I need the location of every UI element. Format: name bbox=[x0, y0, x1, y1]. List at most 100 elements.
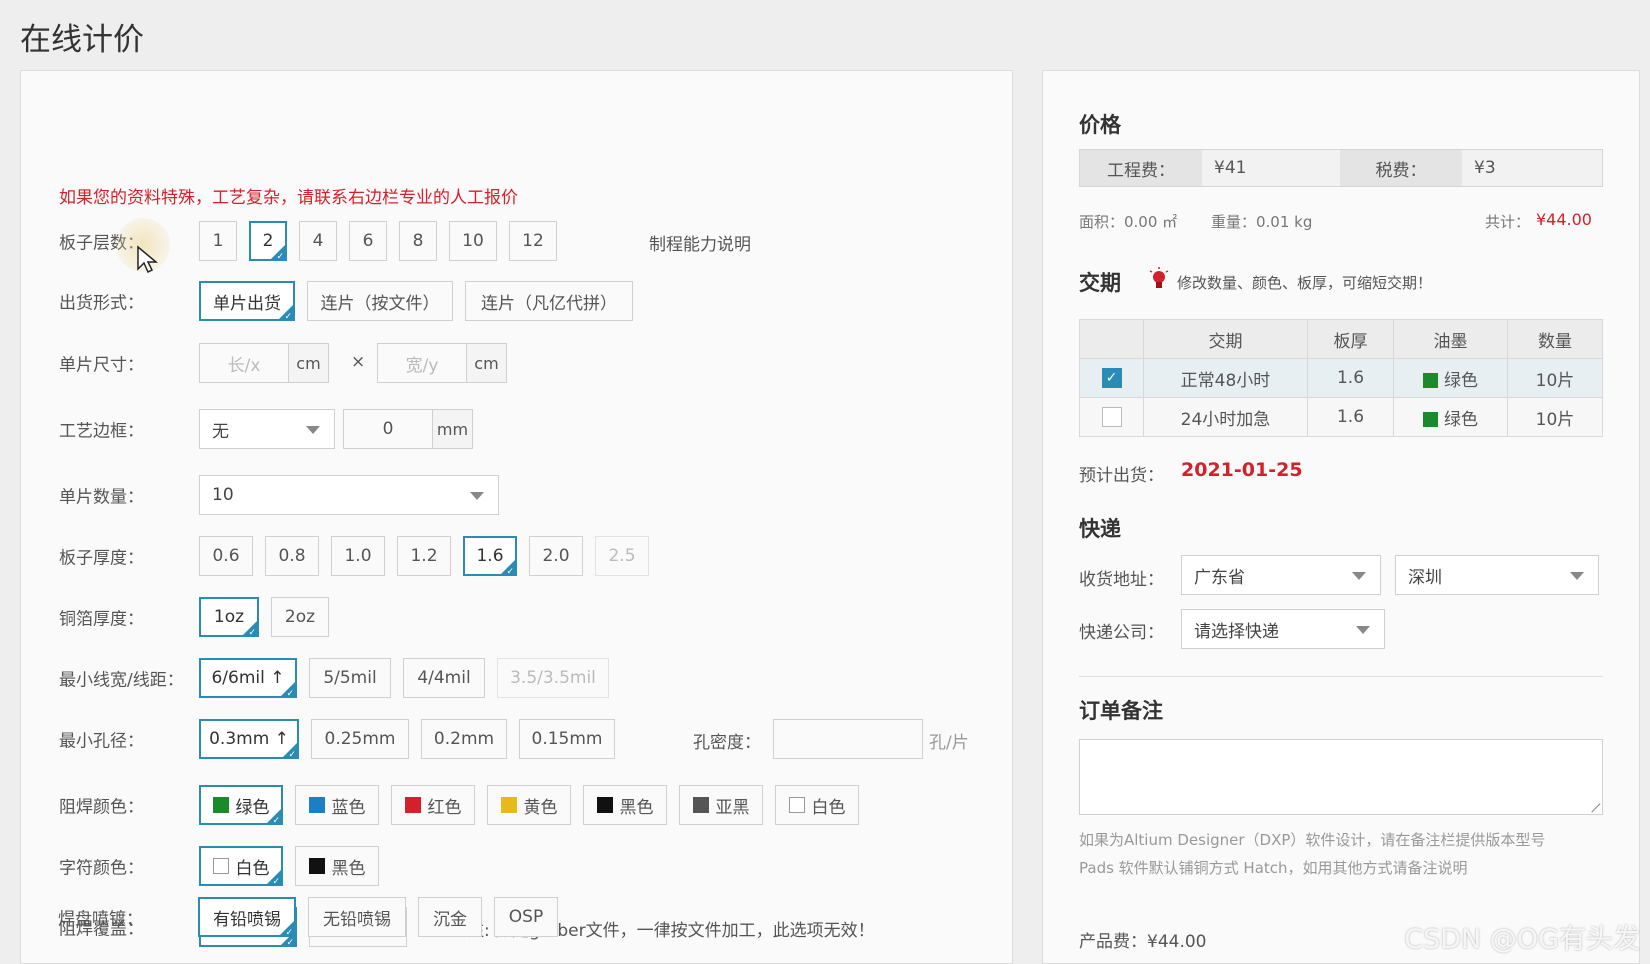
ship-date-label: 预计出货： bbox=[1079, 466, 1164, 486]
eng-fee-value: ¥41 bbox=[1202, 150, 1340, 186]
quantity-row: 单片数量： 10 bbox=[21, 475, 1012, 515]
custom-quote-notice: 如果您的资料特殊，工艺复杂，请联系右边栏专业的人工报价 bbox=[59, 188, 518, 208]
mask-color-green[interactable]: 绿色 bbox=[199, 785, 283, 826]
layer-option-1[interactable]: 1 bbox=[199, 221, 237, 261]
lightbulb-icon bbox=[1149, 267, 1169, 288]
lead-time-table: 交期 板厚 油墨 数量 ✓ 正常48小时 1.6 绿色 10片 24小时加急 1… bbox=[1079, 319, 1603, 437]
express-title: 快递 bbox=[1079, 517, 1121, 541]
resize-grip-icon[interactable] bbox=[1583, 795, 1601, 813]
ship-form-label: 出货形式： bbox=[59, 293, 144, 314]
mouse-cursor-icon bbox=[137, 245, 159, 274]
trace-option-6mil[interactable]: 6/6mil ↑ bbox=[199, 658, 297, 699]
finish-enig[interactable]: 沉金 bbox=[418, 897, 482, 937]
layer-option-8[interactable]: 8 bbox=[399, 221, 437, 261]
thickness-option-0.8[interactable]: 0.8 bbox=[265, 536, 319, 576]
finish-hasl-lead[interactable]: 有铅喷锡 bbox=[198, 897, 296, 938]
header-lead: 交期 bbox=[1143, 319, 1308, 359]
mask-color-row: 阻焊颜色： 绿色 蓝色 红色 黄色 黑色 亚黑 白色 bbox=[21, 785, 1012, 826]
row-check-cell bbox=[1079, 397, 1144, 437]
copper-option-2oz[interactable]: 2oz bbox=[271, 597, 329, 637]
mask-color-blue[interactable]: 蓝色 bbox=[295, 785, 379, 825]
trace-label: 最小线宽/线距： bbox=[59, 670, 184, 691]
ship-date-value: 2021-01-25 bbox=[1181, 459, 1303, 481]
lead-ink: 绿色 bbox=[1444, 370, 1478, 391]
mask-color-black[interactable]: 黑色 bbox=[583, 785, 667, 825]
pricing-form-panel: 如果您的资料特殊，工艺复杂，请联系右边栏专业的人工报价 板子层数： 1 2 4 … bbox=[20, 70, 1013, 964]
hole-option-0.15mm[interactable]: 0.15mm bbox=[519, 719, 615, 759]
price-title: 价格 bbox=[1079, 113, 1121, 137]
border-width-input[interactable]: 0 mm bbox=[343, 409, 473, 449]
mask-color-red[interactable]: 红色 bbox=[391, 785, 475, 825]
silk-color-black[interactable]: 黑色 bbox=[295, 846, 379, 886]
city-select[interactable]: 深圳 bbox=[1395, 555, 1599, 595]
hole-option-0.25mm[interactable]: 0.25mm bbox=[311, 719, 409, 759]
lead-time-row[interactable]: 24小时加急 1.6 绿色 10片 bbox=[1079, 397, 1603, 437]
hole-label: 最小孔径： bbox=[59, 731, 144, 752]
express-company-select[interactable]: 请选择快递 bbox=[1181, 609, 1385, 649]
lead-name: 正常48小时 bbox=[1143, 358, 1308, 398]
layer-option-10[interactable]: 10 bbox=[449, 221, 497, 261]
ship-form-single[interactable]: 单片出货 bbox=[199, 281, 295, 322]
thickness-option-1.0[interactable]: 1.0 bbox=[331, 536, 385, 576]
border-select[interactable]: 无 bbox=[199, 409, 335, 449]
province-select[interactable]: 广东省 bbox=[1181, 555, 1381, 595]
border-label: 工艺边框： bbox=[59, 421, 144, 442]
layer-option-12[interactable]: 12 bbox=[509, 221, 557, 261]
thickness-option-1.2[interactable]: 1.2 bbox=[397, 536, 451, 576]
layer-option-4[interactable]: 4 bbox=[299, 221, 337, 261]
finish-osp[interactable]: OSP bbox=[494, 897, 558, 937]
chevron-down-icon bbox=[1352, 572, 1366, 580]
layer-option-2[interactable]: 2 bbox=[249, 221, 287, 262]
thickness-option-2.0[interactable]: 2.0 bbox=[529, 536, 583, 576]
lead-name: 24小时加急 bbox=[1143, 397, 1308, 437]
silk-color-label: 字符颜色： bbox=[59, 858, 144, 879]
lead-ink: 绿色 bbox=[1444, 409, 1478, 430]
mask-color-matte-black[interactable]: 亚黑 bbox=[679, 785, 763, 825]
row-check-cell: ✓ bbox=[1079, 358, 1144, 398]
silk-color-row: 字符颜色： 白色 黑色 bbox=[21, 846, 1012, 887]
remark-textarea[interactable] bbox=[1079, 739, 1603, 815]
trace-option-5mil[interactable]: 5/5mil bbox=[309, 658, 391, 698]
trace-option-4mil[interactable]: 4/4mil bbox=[403, 658, 485, 698]
swatch-matte-black bbox=[692, 797, 709, 813]
length-input[interactable]: 长/x cm bbox=[199, 343, 329, 383]
summary-panel: 价格 工程费： ¥41 税费： ¥3 面积：0.00 ㎡ 重量：0.01 kg … bbox=[1042, 70, 1640, 964]
swatch-green bbox=[212, 797, 229, 813]
checkbox-unchecked[interactable] bbox=[1101, 407, 1122, 427]
chevron-down-icon bbox=[306, 426, 320, 434]
mask-color-yellow[interactable]: 黄色 bbox=[487, 785, 571, 825]
watermark: CSDN @OG有头发 bbox=[1404, 924, 1640, 955]
page-title: 在线计价 bbox=[20, 22, 144, 58]
quantity-select[interactable]: 10 bbox=[199, 475, 499, 515]
mask-color-blue-label: 蓝色 bbox=[331, 797, 366, 818]
mask-color-white[interactable]: 白色 bbox=[775, 785, 859, 825]
trace-row: 最小线宽/线距： 6/6mil ↑ 5/5mil 4/4mil 3.5/3.5m… bbox=[21, 658, 1012, 699]
checkbox-checked[interactable]: ✓ bbox=[1101, 368, 1122, 388]
hole-density-input[interactable] bbox=[773, 719, 923, 759]
hole-option-0.2mm[interactable]: 0.2mm bbox=[421, 719, 507, 759]
silk-color-white[interactable]: 白色 bbox=[199, 846, 283, 887]
mask-color-matte-black-label: 亚黑 bbox=[715, 797, 750, 818]
layer-option-6[interactable]: 6 bbox=[349, 221, 387, 261]
trace-option-3.5mil: 3.5/3.5mil bbox=[497, 658, 609, 698]
express-company-value: 请选择快递 bbox=[1194, 621, 1279, 642]
chevron-down-icon bbox=[1570, 572, 1584, 580]
width-input[interactable]: 宽/y cm bbox=[377, 343, 507, 383]
lead-time-row[interactable]: ✓ 正常48小时 1.6 绿色 10片 bbox=[1079, 358, 1603, 398]
ship-form-panel-fy[interactable]: 连片（凡亿代拼） bbox=[465, 281, 633, 321]
tax-value: ¥3 bbox=[1462, 150, 1602, 186]
finish-hasl-leadfree[interactable]: 无铅喷锡 bbox=[308, 897, 406, 937]
remark-title: 订单备注 bbox=[1079, 699, 1163, 723]
width-placeholder: 宽/y bbox=[405, 355, 439, 376]
address-label: 收货地址： bbox=[1079, 570, 1164, 590]
header-select bbox=[1079, 319, 1144, 359]
swatch-yellow bbox=[500, 797, 517, 813]
hole-option-0.3mm[interactable]: 0.3mm ↑ bbox=[199, 719, 299, 760]
header-thickness: 板厚 bbox=[1307, 319, 1394, 359]
capability-link[interactable]: 制程能力说明 bbox=[649, 230, 751, 255]
thickness-option-0.6[interactable]: 0.6 bbox=[199, 536, 253, 576]
copper-option-1oz[interactable]: 1oz bbox=[199, 597, 259, 638]
thickness-option-1.6[interactable]: 1.6 bbox=[463, 536, 517, 577]
border-row: 工艺边框： 无 0 mm bbox=[21, 409, 1012, 449]
ship-form-panel-file[interactable]: 连片（按文件） bbox=[307, 281, 453, 321]
